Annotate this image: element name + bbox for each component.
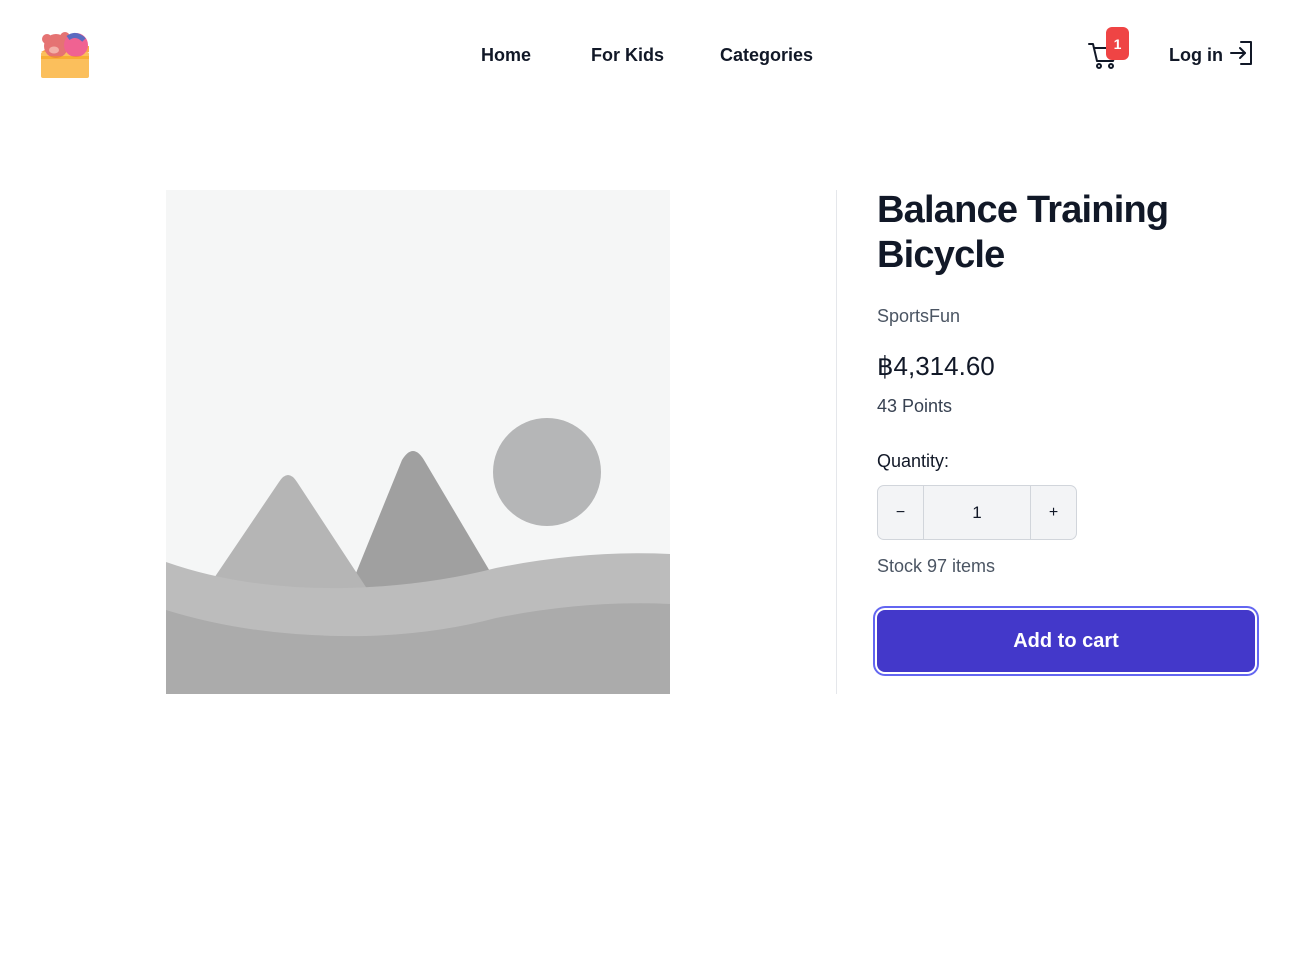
nav-for-kids[interactable]: For Kids [591,43,664,67]
stock-status: Stock 97 items [877,556,996,576]
log-in-icon [1229,39,1255,72]
nav-categories[interactable]: Categories [720,43,813,67]
quantity-input[interactable] [924,486,1030,539]
reward-points: 43 Points [877,396,953,416]
image-placeholder-icon [166,190,670,694]
login-label: Log in [1169,44,1223,65]
increment-button[interactable]: + [1030,486,1076,539]
login-button[interactable]: Log in [1169,40,1255,70]
product-brand: SportsFun [877,306,961,326]
product-title: Balance Training Bicycle [877,189,1169,276]
add-to-cart-button[interactable]: Add to cart [877,610,1255,672]
quantity-label: Quantity: [877,451,950,471]
column-divider [836,190,837,694]
decrement-button[interactable]: − [878,486,924,539]
site-header: Home For Kids Categories 1 Log in [0,0,1295,110]
nav-home[interactable]: Home [481,43,531,67]
cart-count-badge: 1 [1106,27,1129,60]
product-price: ฿4,314.60 [877,351,995,381]
quantity-stepper: − + [877,485,1077,540]
